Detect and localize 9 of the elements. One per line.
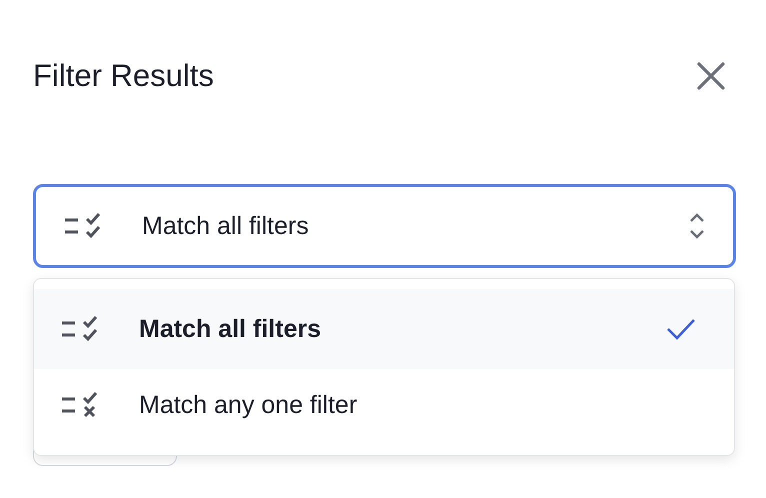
close-button[interactable] — [696, 61, 726, 91]
match-select[interactable]: Match all filters — [33, 184, 736, 268]
select-value: Match all filters — [142, 212, 310, 240]
menu-option[interactable]: Match any one filter — [34, 369, 734, 441]
menu-option[interactable]: Match all filters — [34, 289, 734, 369]
close-icon — [696, 61, 726, 91]
chevron-updown-icon — [689, 212, 705, 240]
dialog-title: Filter Results — [33, 58, 214, 94]
checkmark-icon — [666, 317, 696, 341]
